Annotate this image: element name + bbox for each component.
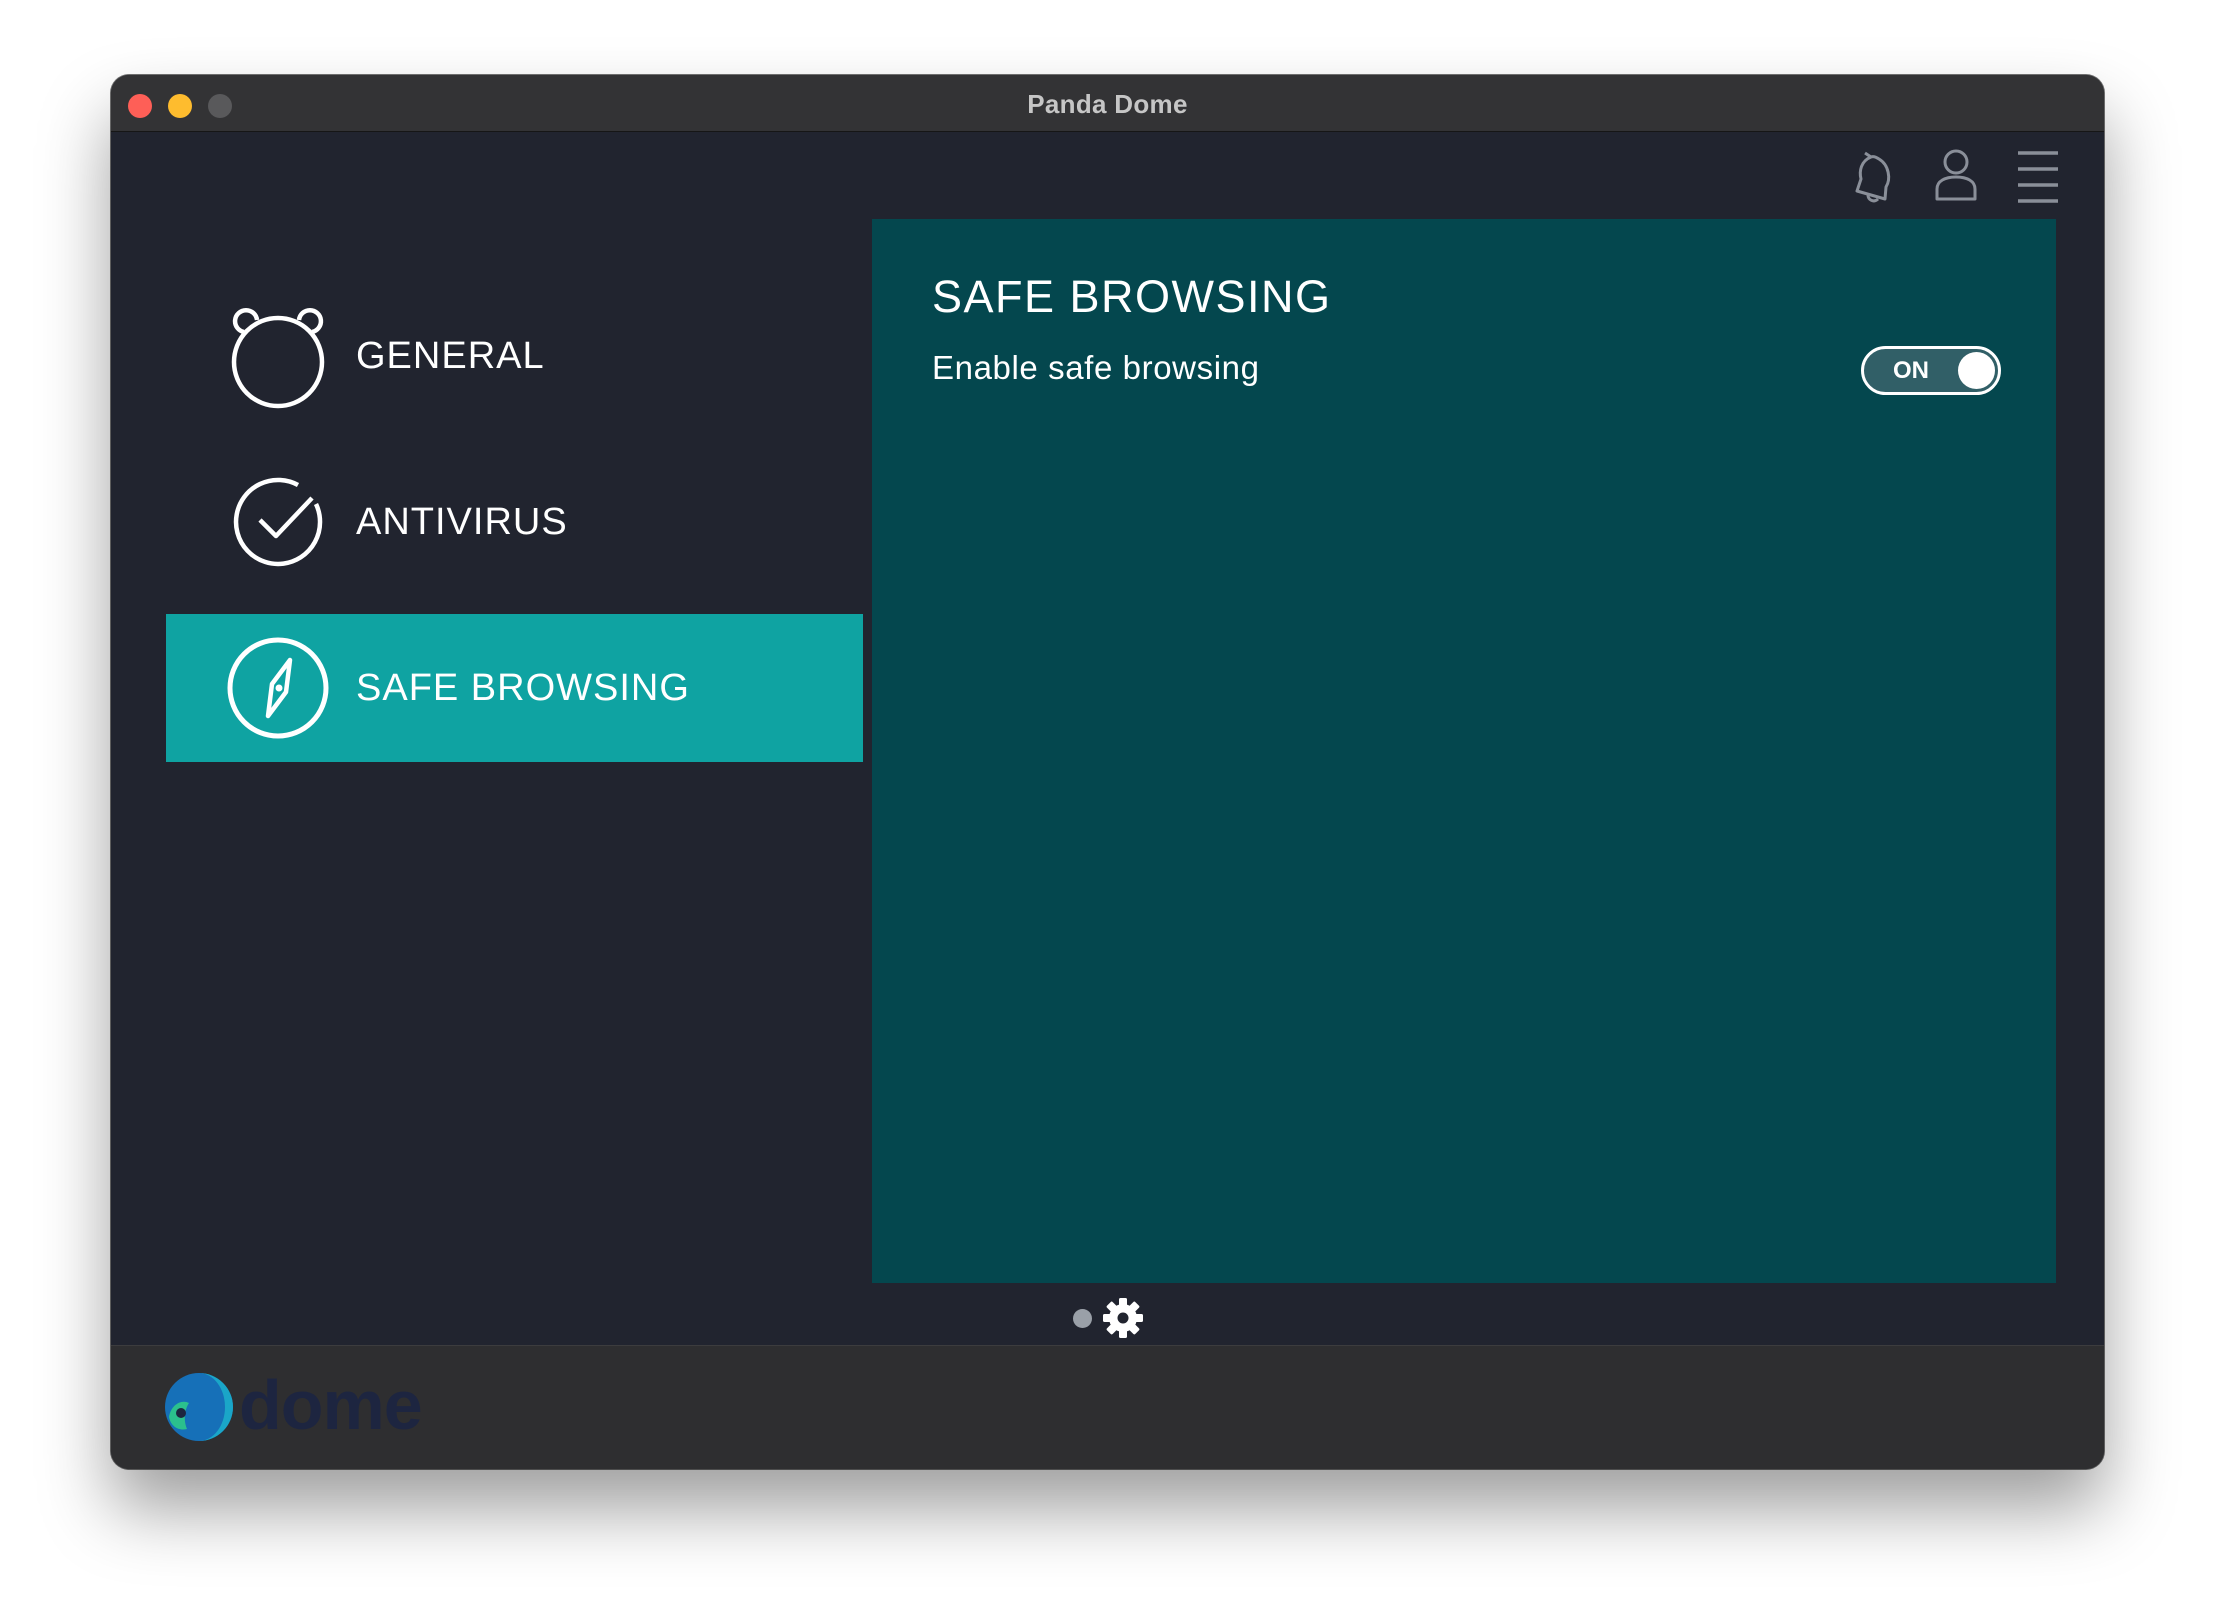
sidebar-item-label: SAFE BROWSING xyxy=(356,666,690,709)
logo-wordmark: dome xyxy=(239,1366,423,1444)
settings-page-button[interactable] xyxy=(1102,1297,1144,1339)
main-menu-button[interactable] xyxy=(2012,145,2064,205)
sidebar-item-label: GENERAL xyxy=(356,334,545,377)
sidebar-item-antivirus[interactable]: ANTIVIRUS xyxy=(166,448,863,596)
hamburger-menu-icon xyxy=(2018,151,2058,203)
page-title: SAFE BROWSING xyxy=(932,271,1332,322)
sidebar-item-general[interactable]: GENERAL xyxy=(166,282,863,430)
notifications-button[interactable] xyxy=(1848,145,1900,205)
toggle-knob xyxy=(1958,352,1995,389)
header-actions xyxy=(1848,145,2064,205)
app-window: Panda Dome GENERAL ANTIVIRUS SAFE BROWSI… xyxy=(111,75,2104,1469)
safe-browsing-toggle[interactable]: ON xyxy=(1861,346,2001,395)
panda-logo-icon xyxy=(165,1373,233,1441)
window-title: Panda Dome xyxy=(1027,89,1188,119)
content-panel: SAFE BROWSING Enable safe browsing ON xyxy=(872,219,2056,1283)
panda-face-icon xyxy=(224,302,332,410)
bell-icon xyxy=(1855,151,1891,203)
account-button[interactable] xyxy=(1930,145,1982,205)
sidebar-item-safe-browsing[interactable]: SAFE BROWSING xyxy=(166,614,863,762)
sidebar: GENERAL ANTIVIRUS SAFE BROWSING xyxy=(166,282,863,780)
page-indicator xyxy=(1073,1297,1144,1339)
user-icon xyxy=(1935,149,1977,201)
toggle-state-label: ON xyxy=(1893,357,1929,384)
compass-icon xyxy=(224,634,332,742)
page-dot[interactable] xyxy=(1073,1308,1092,1328)
gear-icon xyxy=(1103,1298,1143,1338)
setting-label: Enable safe browsing xyxy=(932,349,1260,386)
check-circle-icon xyxy=(224,468,332,576)
panda-dome-logo: dome xyxy=(159,1366,423,1445)
title-bar: Panda Dome xyxy=(111,75,2104,132)
footer: dome xyxy=(111,1345,2104,1469)
sidebar-item-label: ANTIVIRUS xyxy=(356,500,568,543)
